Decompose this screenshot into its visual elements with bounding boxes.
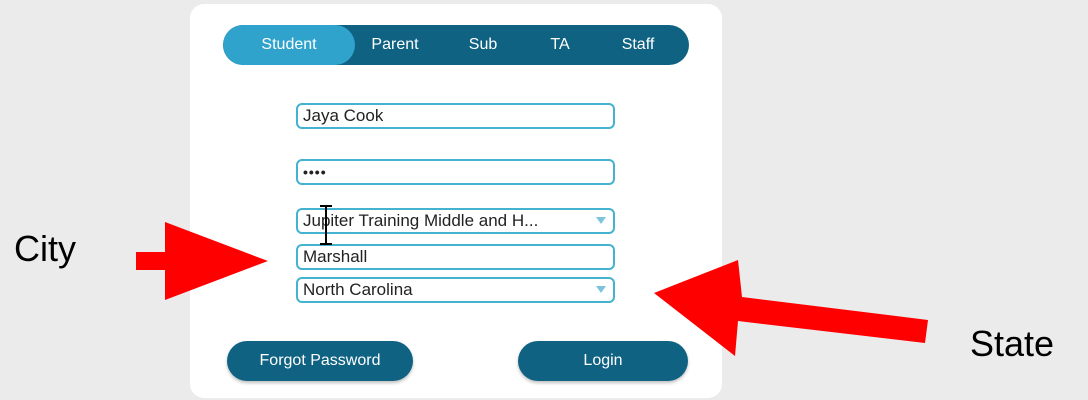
- state-arrow: [654, 260, 928, 356]
- state-arrow-shape: [654, 260, 928, 356]
- screenshot-stage: Student Parent Sub TA Staff Jaya Cook ••…: [0, 0, 1088, 400]
